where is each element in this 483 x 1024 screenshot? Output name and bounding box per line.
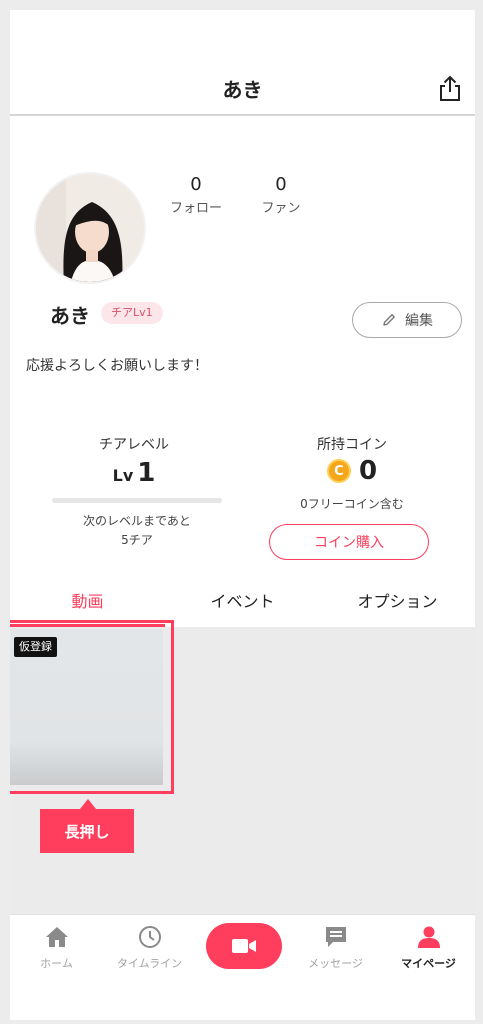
- long-press-tooltip: 長押し: [40, 809, 134, 853]
- tab-events[interactable]: イベント: [165, 588, 320, 612]
- nav-timeline[interactable]: タイムライン: [103, 925, 196, 971]
- free-coin-note: 0フリーコイン含む: [300, 497, 404, 511]
- next-level-line2: 5チア: [121, 533, 153, 547]
- nav-mypage[interactable]: マイページ: [382, 925, 475, 971]
- coin-balance: C 0: [272, 456, 432, 486]
- next-level-text: 次のレベルまであと 5チア: [54, 512, 220, 550]
- edit-label: 編集: [405, 313, 433, 329]
- highlight-frame: [10, 620, 174, 794]
- fan-stat[interactable]: 0 ファン: [241, 174, 321, 216]
- record-video-button[interactable]: [206, 923, 282, 969]
- bottom-nav: ホーム タイムライン メッセージ マイページ: [10, 914, 475, 1020]
- nav-home-label: ホーム: [40, 957, 73, 970]
- cheer-level-label: チアレベル: [99, 437, 169, 453]
- fan-label: ファン: [261, 201, 301, 216]
- tab-videos[interactable]: 動画: [10, 588, 165, 612]
- avatar[interactable]: [34, 172, 146, 284]
- home-icon: [45, 927, 68, 947]
- profile-bio: 応援よろしくお願いします！: [26, 358, 208, 374]
- cheer-level-value: Lv 1: [54, 458, 214, 488]
- tab-options[interactable]: オプション: [320, 588, 475, 612]
- nav-mypage-label: マイページ: [401, 957, 456, 970]
- clock-icon: [138, 926, 161, 948]
- cheer-progress-bar: [52, 498, 222, 503]
- page-title: あき: [222, 78, 263, 102]
- header: あき: [10, 10, 475, 116]
- person-icon: [417, 926, 440, 948]
- tooltip-arrow: [80, 799, 96, 809]
- edit-profile-button[interactable]: 編集: [352, 302, 462, 338]
- coin-icon: C: [326, 459, 351, 483]
- follow-count: 0: [190, 174, 202, 195]
- message-icon: [325, 927, 346, 947]
- nav-home[interactable]: ホーム: [10, 925, 103, 971]
- nav-messages-label: メッセージ: [308, 957, 363, 970]
- fan-count: 0: [275, 174, 287, 195]
- profile-name: あき: [50, 304, 90, 328]
- cheer-level-badge: チアLv1: [101, 302, 163, 324]
- follow-stat[interactable]: 0 フォロー: [156, 174, 236, 216]
- buy-coins-button[interactable]: コイン購入: [269, 524, 429, 560]
- nav-timeline-label: タイムライン: [116, 957, 183, 970]
- next-level-line1: 次のレベルまであと: [83, 514, 191, 528]
- nav-messages[interactable]: メッセージ: [289, 925, 382, 971]
- follow-label: フォロー: [169, 201, 222, 216]
- video-camera-icon: [232, 939, 256, 953]
- share-icon[interactable]: [438, 74, 462, 102]
- coin-label: 所持コイン: [317, 437, 387, 453]
- level-prefix: Lv: [112, 466, 134, 485]
- level-number: 1: [137, 458, 156, 488]
- coin-value: 0: [358, 456, 378, 486]
- pencil-icon: [383, 314, 395, 326]
- app-screen: あき 0 フォロー 0 ファン あき チアLv1 編集 応援よろしくお願いします…: [10, 10, 475, 1020]
